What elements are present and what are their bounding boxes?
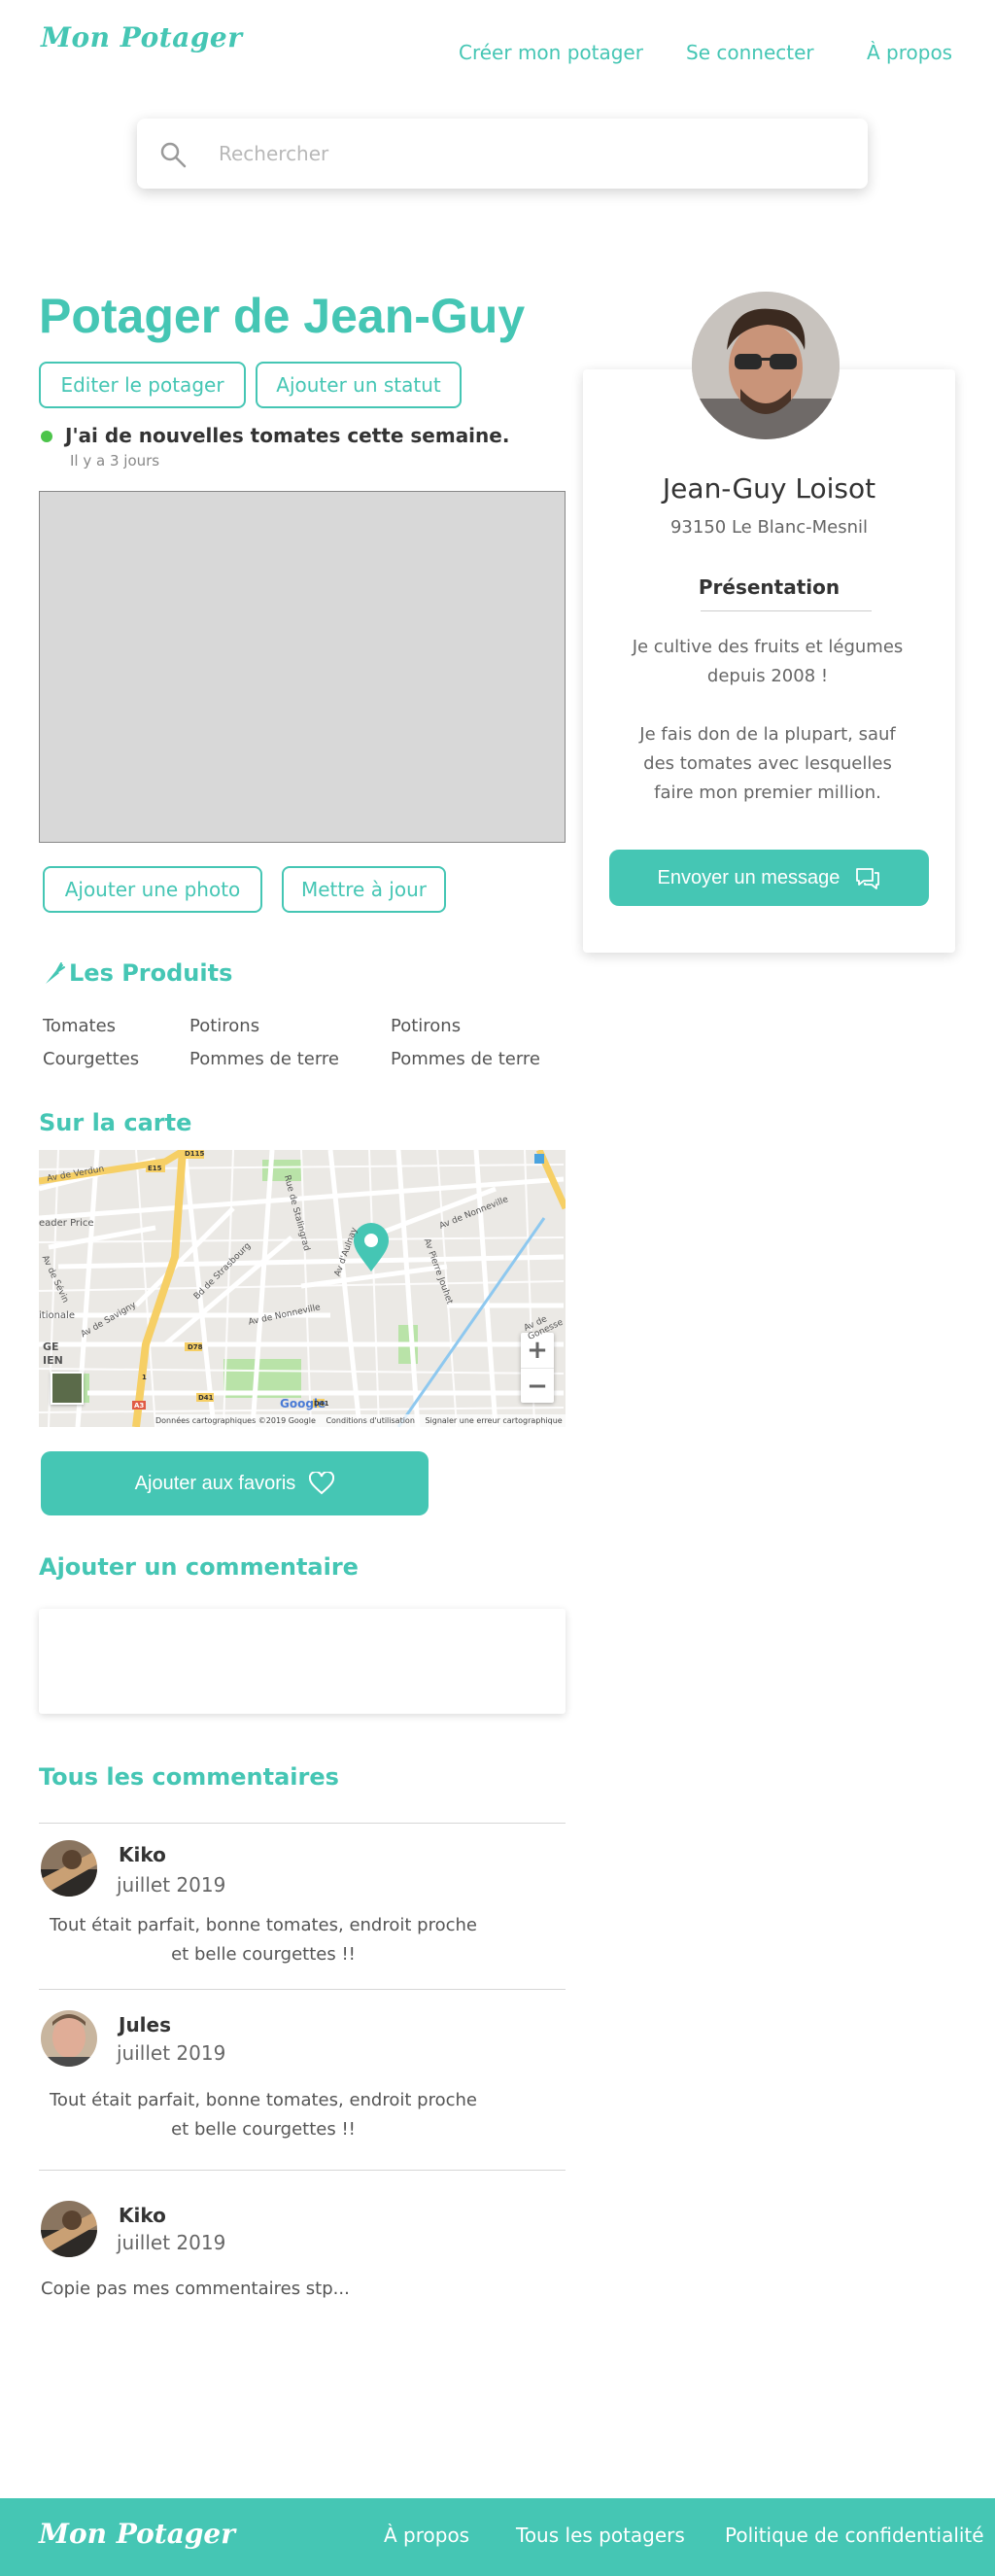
send-message-button[interactable]: Envoyer un message — [609, 850, 929, 906]
status-text: J'ai de nouvelles tomates cette semaine. — [65, 424, 510, 447]
avatar[interactable] — [41, 2201, 97, 2257]
add-status-button[interactable]: Ajouter un statut — [256, 362, 462, 408]
comment-text: Tout était parfait, bonne tomates, endro… — [50, 2090, 477, 2140]
map-road-badge: 1 — [142, 1374, 147, 1381]
map-label: eader Price — [39, 1218, 94, 1229]
map-road-badge: D41 — [314, 1400, 329, 1408]
garden-photo-placeholder — [39, 491, 566, 843]
map-title: Sur la carte — [39, 1109, 192, 1136]
add-favorites-button[interactable]: Ajouter aux favoris — [41, 1451, 429, 1515]
profile-name: Jean-Guy Loisot — [662, 472, 876, 505]
nav-create-garden[interactable]: Créer mon potager — [459, 41, 643, 64]
presentation-title: Présentation — [698, 575, 841, 599]
chat-icon — [853, 865, 880, 890]
profile-location: 93150 Le Blanc-Mesnil — [669, 517, 869, 538]
avatar[interactable] — [41, 1840, 97, 1897]
comment-divider — [39, 1989, 566, 1990]
map-terms-link[interactable]: Conditions d'utilisation — [326, 1416, 414, 1425]
product-item: Courgettes — [43, 1049, 140, 1069]
zoom-out-button[interactable]: − — [521, 1368, 554, 1403]
search-bar[interactable] — [137, 119, 868, 189]
comment-input[interactable] — [39, 1609, 566, 1714]
profile-bio: Je cultive des fruits et légumes depuis … — [632, 637, 904, 686]
status-timestamp: Il y a 3 jours — [70, 452, 160, 470]
map-footer: Données cartographiques ©2019 Google Con… — [155, 1414, 566, 1427]
search-icon — [158, 140, 188, 169]
edit-garden-button[interactable]: Editer le potager — [39, 362, 246, 408]
footer-link-all-gardens[interactable]: Tous les potagers — [516, 2524, 685, 2547]
page-title: Potager de Jean-Guy — [39, 289, 526, 343]
product-item: Tomates — [43, 1016, 117, 1036]
comment-date: juillet 2019 — [117, 2041, 226, 2065]
product-item: Pommes de terre — [391, 1049, 540, 1069]
comment-date: juillet 2019 — [117, 1873, 226, 1897]
footer-link-privacy[interactable]: Politique de confidentialité — [725, 2524, 984, 2547]
product-item: Potirons — [189, 1016, 260, 1036]
map-road-badge: D78 — [188, 1343, 203, 1351]
map-road-badge: A3 — [134, 1402, 145, 1410]
comment-divider — [39, 1823, 566, 1824]
add-photo-button[interactable]: Ajouter une photo — [43, 866, 262, 913]
comments-title: Tous les commentaires — [39, 1763, 339, 1791]
map-road-badge: D115 — [185, 1150, 205, 1158]
map-satellite-thumbnail[interactable] — [51, 1372, 84, 1405]
products-title: Les Produits — [69, 959, 233, 987]
comment-text: Copie pas mes commentaires stp... — [41, 2279, 350, 2299]
product-item: Pommes de terre — [189, 1049, 339, 1069]
comment-date: juillet 2019 — [117, 2231, 226, 2254]
comment-author: Kiko — [119, 1843, 166, 1866]
map-label: GE — [43, 1340, 59, 1353]
carrot-icon — [43, 960, 66, 986]
heart-icon — [309, 1472, 335, 1495]
presentation-divider — [701, 610, 872, 611]
map-attribution: Données cartographiques ©2019 Google — [155, 1416, 316, 1425]
profile-bio: Je fais don de la plupart, sauf des toma… — [639, 724, 896, 803]
map-road-badge: D41 — [198, 1394, 214, 1402]
product-item: Potirons — [391, 1016, 462, 1036]
comment-divider — [39, 2170, 566, 2171]
footer-link-about[interactable]: À propos — [384, 2524, 469, 2547]
update-button[interactable]: Mettre à jour — [282, 866, 446, 913]
comment-author: Kiko — [119, 2204, 166, 2227]
logo[interactable]: Mon Potager — [41, 21, 242, 53]
comment-author: Jules — [119, 2013, 172, 2036]
map-roads — [39, 1150, 566, 1427]
footer-logo[interactable]: Mon Potager — [39, 2518, 235, 2550]
nav-login[interactable]: Se connecter — [686, 41, 814, 64]
zoom-controls: + − — [521, 1333, 554, 1403]
avatar[interactable] — [41, 2010, 97, 2067]
map-label: IEN — [43, 1354, 63, 1367]
search-input[interactable] — [219, 138, 821, 169]
add-favorites-label: Ajouter aux favoris — [134, 1472, 296, 1494]
footer: Mon Potager À propos Tous les potagers P… — [0, 2498, 995, 2576]
map-label: itionale — [39, 1310, 75, 1321]
map[interactable]: + − Google Données cartographiques ©2019… — [39, 1150, 566, 1427]
profile-avatar — [692, 292, 840, 439]
map-road-badge: E15 — [148, 1165, 162, 1172]
status-indicator-icon — [41, 431, 52, 442]
comment-text: Tout était parfait, bonne tomates, endro… — [50, 1915, 477, 1965]
add-comment-title: Ajouter un commentaire — [39, 1553, 359, 1581]
nav-about[interactable]: À propos — [867, 41, 952, 64]
send-message-label: Envoyer un message — [657, 866, 841, 888]
map-report-link[interactable]: Signaler une erreur cartographique — [425, 1416, 562, 1425]
